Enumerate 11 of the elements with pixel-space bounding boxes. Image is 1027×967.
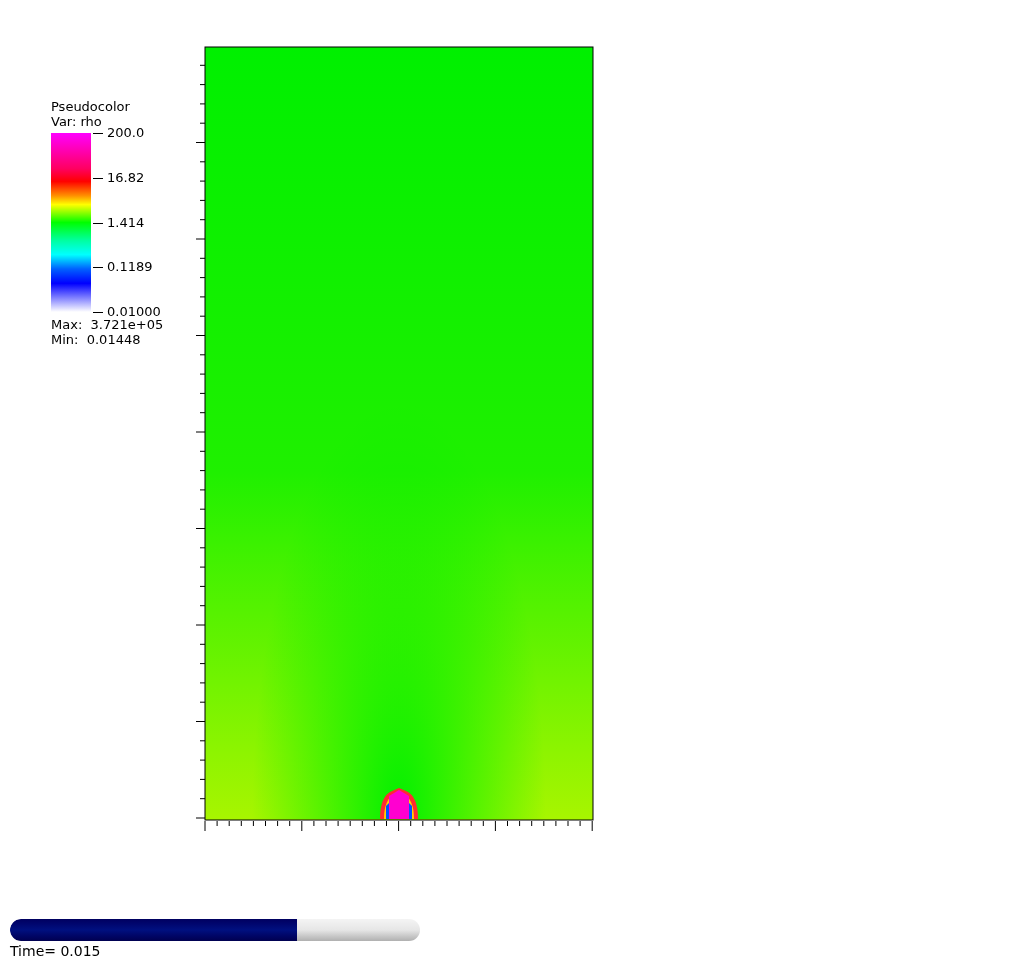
legend-tick-label: 0.01000	[107, 304, 161, 319]
legend-max: Max: 3.721e+05	[51, 317, 164, 332]
legend-tick-label: 200.0	[107, 125, 145, 140]
time-label: Time= 0.015	[10, 943, 101, 959]
legend-tick-label: 1.414	[107, 214, 145, 230]
legend-tick-label: 16.82	[107, 169, 145, 185]
time-slider[interactable]	[10, 919, 420, 941]
legend-variable: Var: rho	[51, 114, 102, 129]
legend-tick-label: 0.1189	[107, 259, 153, 275]
legend-title: Pseudocolor	[51, 99, 130, 114]
legend-min: Min: 0.01448	[51, 332, 141, 347]
